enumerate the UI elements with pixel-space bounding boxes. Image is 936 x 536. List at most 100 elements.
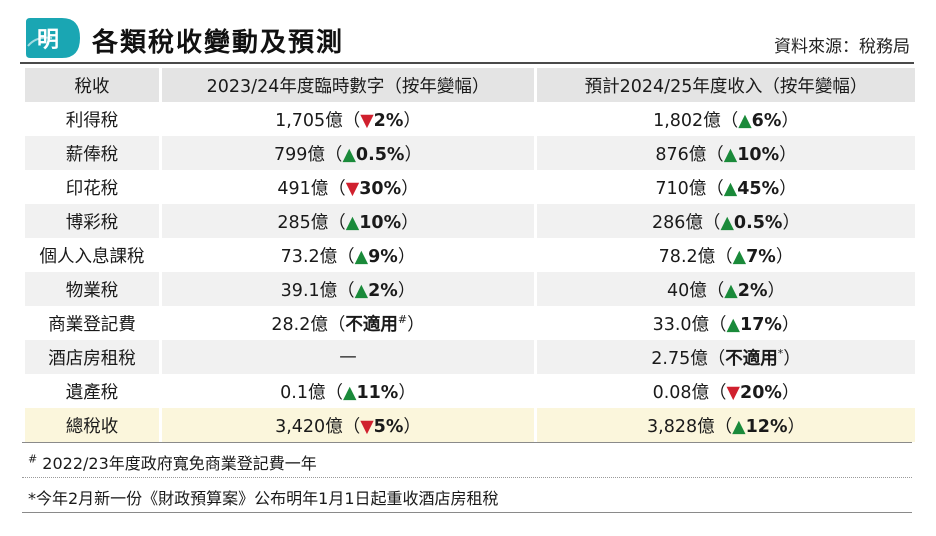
close-paren-text: ）	[401, 212, 419, 233]
value-2023-24-cell: 3,420億（▼5%）	[162, 408, 534, 442]
tax-name-cell: 酒店房租稅	[25, 340, 159, 374]
value-2023-24-cell: 0.1億（▲11%）	[162, 374, 534, 408]
value-2024-25-cell: 3,828億（▲12%）	[537, 408, 915, 442]
up-arrow-icon: ▲	[342, 144, 356, 165]
table-header-row: 稅收 2023/24年度臨時數字（按年變幅） 預計2024/25年度收入（按年變…	[25, 68, 915, 102]
close-paren-text: ）	[403, 110, 421, 131]
footnote-hash-mark: #	[28, 452, 38, 466]
down-arrow-icon: ▼	[360, 110, 374, 131]
amount-text: —	[339, 347, 357, 367]
footnote-hash-text: 2022/23年度政府寬免商業登記費一年	[37, 454, 317, 473]
close-paren-text: ）	[775, 246, 794, 267]
close-paren-text: ）	[783, 348, 801, 369]
amount-text: 39.1億（	[280, 280, 355, 301]
tax-name-cell: 印花稅	[25, 170, 159, 204]
tax-name-cell: 商業登記費	[25, 306, 159, 340]
amount-text: 1,802億（	[653, 110, 739, 131]
amount-text: 3,828億（	[647, 416, 733, 437]
value-2024-25-cell: 710億（▲45%）	[537, 170, 915, 204]
down-arrow-icon: ▼	[726, 382, 741, 403]
amount-text: 3,420億（	[275, 416, 361, 437]
up-arrow-icon: ▲	[732, 246, 747, 267]
up-arrow-icon: ▲	[723, 144, 738, 165]
amount-text: 491億（	[277, 178, 346, 199]
value-2024-25-cell: 40億（▲2%）	[537, 272, 915, 306]
up-arrow-icon: ▲	[723, 178, 738, 199]
value-2024-25-cell: 0.08億（▼20%）	[537, 374, 915, 408]
value-2023-24-cell: 491億（▼30%）	[162, 170, 534, 204]
amount-text: 78.2億（	[658, 246, 733, 267]
close-paren-text: ）	[779, 178, 797, 199]
value-2024-25-cell: 876億（▲10%）	[537, 136, 915, 170]
table-row: 物業稅 39.1億（▲2%） 40億（▲2%）	[25, 272, 915, 306]
amount-text: 73.2億（	[280, 246, 355, 267]
close-paren-text: ）	[781, 110, 799, 131]
change-text: 6%	[751, 110, 782, 131]
close-paren-text: ）	[782, 212, 800, 233]
change-text: 10%	[737, 144, 780, 165]
change-text: 不適用	[345, 314, 398, 335]
value-2023-24-cell: 39.1億（▲2%）	[162, 272, 534, 306]
data-source: 資料來源：稅務局	[774, 37, 910, 57]
up-arrow-icon: ▲	[720, 212, 734, 233]
amount-text: 40億（	[667, 280, 725, 301]
tax-name-cell: 總稅收	[25, 408, 159, 442]
down-arrow-icon: ▼	[345, 178, 360, 199]
up-arrow-icon: ▲	[345, 212, 360, 233]
ming-pao-logo-icon: 明	[26, 18, 80, 58]
amount-text: 799億（	[274, 144, 343, 165]
table-row: 酒店房租稅 — 2.75億（不適用*）	[25, 340, 915, 374]
change-text: 9%	[368, 246, 398, 267]
close-paren-text: ）	[781, 314, 800, 335]
amount-text: 33.0億（	[652, 314, 727, 335]
change-text: 17%	[740, 314, 782, 335]
tax-name-cell: 薪俸稅	[25, 136, 159, 170]
footer-divider	[22, 512, 912, 513]
up-arrow-icon: ▲	[354, 246, 369, 267]
close-paren-text: ）	[787, 416, 805, 437]
table-row: 遺產稅 0.1億（▲11%） 0.08億（▼20%）	[25, 374, 915, 408]
value-2024-25-cell: 1,802億（▲6%）	[537, 102, 915, 136]
value-2023-24-cell: 28.2億（不適用#）	[162, 306, 534, 340]
table-row-total: 總稅收 3,420億（▼5%） 3,828億（▲12%）	[25, 408, 915, 442]
header: 明 各類稅收變動及預測 資料來源：稅務局	[0, 0, 936, 66]
table-row: 利得稅 1,705億（▼2%） 1,802億（▲6%）	[25, 102, 915, 136]
change-text: 2%	[737, 280, 768, 301]
amount-text: 285億（	[277, 212, 346, 233]
up-arrow-icon: ▲	[724, 280, 738, 301]
value-2024-25-cell: 286億（▲0.5%）	[537, 204, 915, 238]
up-arrow-icon: ▲	[342, 382, 357, 403]
value-2023-24-cell: 73.2億（▲9%）	[162, 238, 534, 272]
change-text: 0.5%	[733, 212, 783, 233]
tax-table: 稅收 2023/24年度臨時數字（按年變幅） 預計2024/25年度收入（按年變…	[22, 68, 918, 442]
change-text: 不適用	[725, 348, 778, 369]
value-2023-24-cell: 1,705億（▼2%）	[162, 102, 534, 136]
change-text: 2%	[373, 110, 404, 131]
amount-text: 0.1億（	[280, 382, 343, 403]
up-arrow-icon: ▲	[732, 416, 746, 437]
table-row: 印花稅 491億（▼30%） 710億（▲45%）	[25, 170, 915, 204]
tax-name-cell: 博彩稅	[25, 204, 159, 238]
up-arrow-icon: ▲	[738, 110, 752, 131]
table-bottom-divider	[22, 442, 912, 443]
change-text: 20%	[740, 382, 782, 403]
value-2024-25-cell: 78.2億（▲7%）	[537, 238, 915, 272]
value-2024-25-cell: 2.75億（不適用*）	[537, 340, 915, 374]
table-row: 薪俸稅 799億（▲0.5%） 876億（▲10%）	[25, 136, 915, 170]
amount-text: 28.2億（	[271, 314, 346, 335]
svg-text:明: 明	[37, 28, 59, 53]
amount-text: 286億（	[652, 212, 721, 233]
close-paren-text: ）	[403, 416, 421, 437]
close-paren-text: ）	[404, 144, 422, 165]
amount-text: 1,705億（	[275, 110, 361, 131]
footnote-hash: # 2022/23年度政府寬免商業登記費一年	[28, 450, 317, 474]
change-text: 2%	[368, 280, 398, 301]
header-divider	[20, 62, 914, 64]
change-text: 0.5%	[355, 144, 405, 165]
value-2023-24-cell: 285億（▲10%）	[162, 204, 534, 238]
table-row: 個人入息課稅 73.2億（▲9%） 78.2億（▲7%）	[25, 238, 915, 272]
amount-text: 876億（	[655, 144, 724, 165]
footnote-asterisk: *今年2月新一份《財政預算案》公布明年1月1日起重收酒店房租稅	[28, 489, 499, 508]
close-paren-text: ）	[397, 246, 416, 267]
close-paren-text: ）	[401, 178, 419, 199]
